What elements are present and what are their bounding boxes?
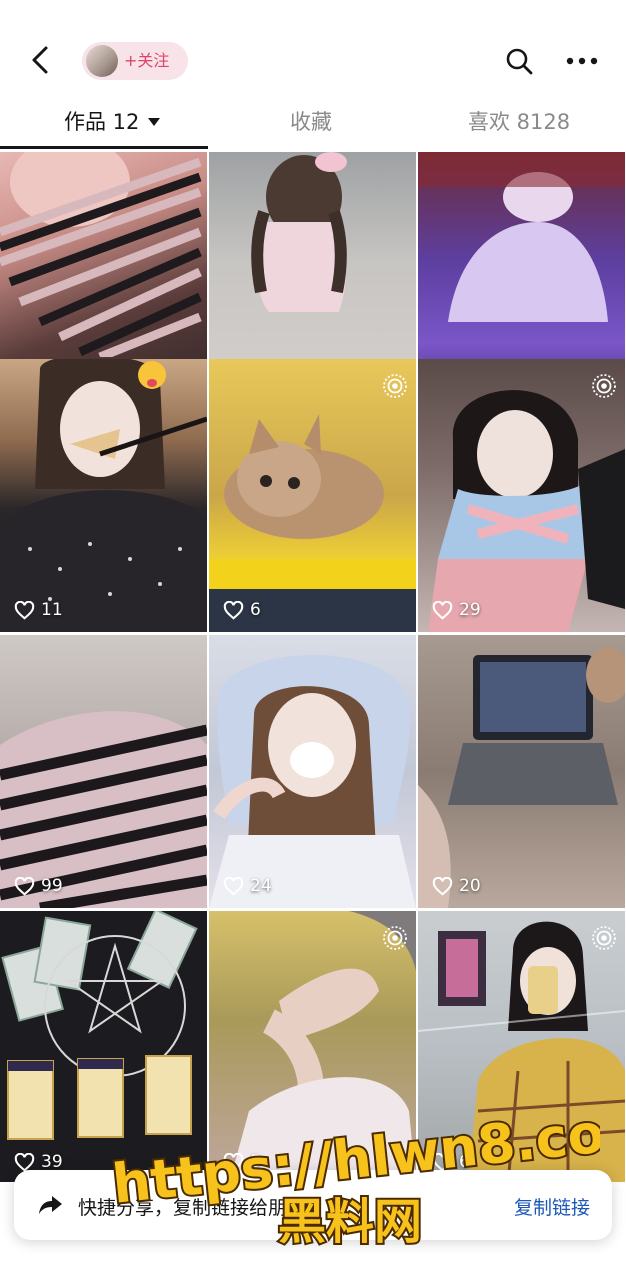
video-thumbnail[interactable]: 6 [418,911,625,1182]
profile-tabs: 作品 12 收藏 喜欢 8128 [0,100,626,150]
tab-works-label: 作品 12 [64,110,140,134]
heart-icon [432,600,453,620]
like-count-value: 99 [41,876,63,896]
heart-icon [432,1152,453,1172]
tab-likes[interactable]: 喜欢 8128 [468,108,570,136]
like-count-value: 20 [459,876,481,896]
thumbnail-art [418,921,625,1182]
like-count: 29 [432,600,481,620]
follow-button[interactable]: +关注 [82,42,188,80]
chevron-left-icon[interactable] [22,42,58,78]
tab-favorites[interactable]: 收藏 [290,108,332,136]
like-count-value: 39 [41,1152,63,1172]
thumbnail-art [1,911,198,1140]
like-count: 5 [223,1152,261,1172]
thumbnail-art [229,911,416,1182]
like-count: 24 [223,876,272,896]
thumbnail-art [251,152,347,312]
video-thumbnail[interactable]: 99 [0,635,207,908]
share-text: 快捷分享，复制链接给朋友 [78,1197,307,1219]
heart-icon [223,1152,244,1172]
share-arrow-icon [39,1196,62,1214]
avatar [86,45,118,77]
like-count-value: 6 [250,600,261,620]
like-count-value: 5 [250,1152,261,1172]
like-count-value: 11 [41,600,63,620]
like-count: 99 [14,876,63,896]
video-thumbnail[interactable]: 5 [209,911,416,1182]
thumbnail-art [0,359,207,632]
video-thumbnail[interactable]: 24 [209,635,416,908]
copy-link-button[interactable]: 复制链接 [514,1193,590,1220]
heart-icon [223,876,244,896]
heart-icon [14,600,35,620]
heart-icon [432,876,453,896]
tab-favorites-label: 收藏 [290,110,332,134]
video-thumbnail[interactable]: 39 [0,911,207,1182]
caret-down-icon [148,118,161,126]
top-bar: +关注 [0,0,626,100]
thumbnail-art [418,152,625,322]
works-grid: 76 68 49 11 [0,152,626,1182]
video-thumbnail[interactable]: 20 [418,635,625,908]
more-horizontal-icon[interactable] [565,52,599,70]
thumbnail-art [209,414,416,632]
thumbnail-art [0,711,207,908]
like-count: 6 [432,1152,470,1172]
heart-icon [223,600,244,620]
like-count-value: 24 [250,876,272,896]
follow-label: +关注 [124,51,170,70]
live-photo-icon [592,926,616,950]
active-tab-indicator [0,146,208,149]
live-photo-icon [383,374,407,398]
search-icon[interactable] [504,46,534,76]
live-photo-icon [592,374,616,398]
heart-icon [14,876,35,896]
video-thumbnail[interactable]: 11 [0,359,207,632]
thumbnail-art [428,390,625,632]
thumbnail-art [418,647,625,908]
video-thumbnail[interactable]: 6 [209,359,416,632]
like-count: 39 [14,1152,63,1172]
like-count-value: 29 [459,600,481,620]
thumbnail-art [209,655,416,908]
like-count: 20 [432,876,481,896]
like-count: 11 [14,600,63,620]
like-count: 6 [223,600,261,620]
share-bar: 快捷分享，复制链接给朋友 复制链接 [14,1170,612,1240]
like-count-value: 6 [459,1152,470,1172]
tab-likes-label: 喜欢 8128 [468,110,571,134]
tab-works[interactable]: 作品 12 [64,108,161,136]
live-photo-icon [383,926,407,950]
video-thumbnail[interactable]: 29 [418,359,625,632]
heart-icon [14,1152,35,1172]
thumbnail-art [0,152,202,357]
